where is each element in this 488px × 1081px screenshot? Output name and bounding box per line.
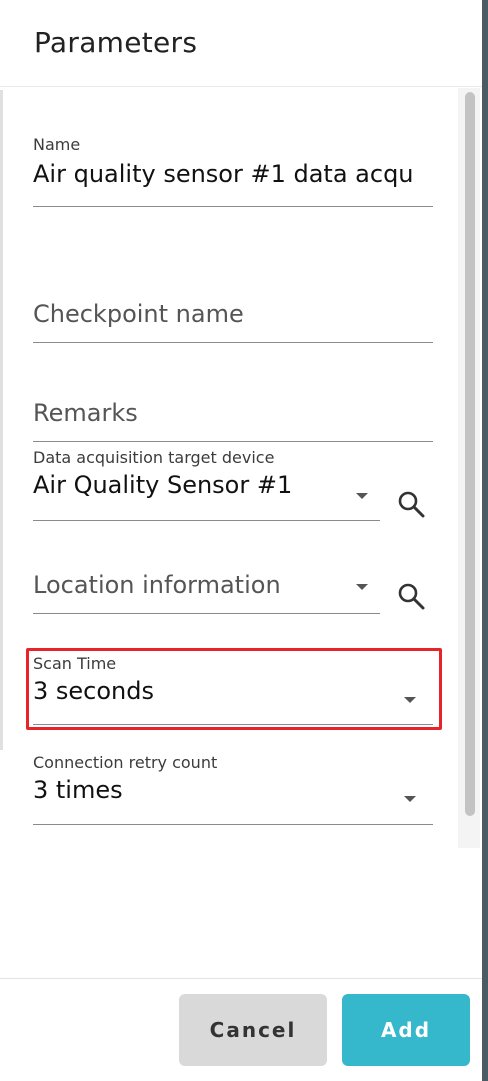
- name-input[interactable]: Air quality sensor #1 data acqu: [33, 160, 433, 188]
- target-device-field[interactable]: Data acquisition target device Air Quali…: [33, 448, 343, 499]
- location-search-icon[interactable]: [396, 581, 426, 611]
- location-select[interactable]: Location information: [33, 571, 281, 599]
- cancel-button[interactable]: Cancel: [179, 994, 327, 1066]
- remarks-field[interactable]: Remarks: [33, 399, 138, 427]
- left-divider: [0, 90, 3, 750]
- dialog-footer: Cancel Add: [0, 978, 482, 1081]
- scan-time-highlight: [26, 648, 442, 730]
- retry-count-field[interactable]: Connection retry count 3 times: [33, 753, 217, 804]
- scrollbar-thumb[interactable]: [465, 92, 475, 816]
- name-label: Name: [33, 135, 81, 154]
- remarks-input[interactable]: Remarks: [33, 399, 138, 427]
- target-device-underline: [33, 520, 380, 521]
- target-device-select[interactable]: Air Quality Sensor #1: [33, 471, 343, 499]
- background-edge: [482, 0, 488, 1081]
- checkpoint-name-field[interactable]: Checkpoint name: [33, 300, 244, 328]
- target-device-label: Data acquisition target device: [33, 448, 275, 467]
- retry-count-label: Connection retry count: [33, 753, 218, 772]
- location-underline: [33, 613, 380, 614]
- retry-count-underline: [33, 824, 433, 825]
- parameters-dialog: Parameters Name Air quality sensor #1 da…: [0, 0, 488, 1081]
- add-button[interactable]: Add: [342, 994, 470, 1066]
- dialog-header: Parameters: [0, 0, 482, 86]
- target-device-search-icon[interactable]: [396, 489, 426, 519]
- checkpoint-name-input[interactable]: Checkpoint name: [33, 300, 244, 328]
- checkpoint-underline: [33, 342, 433, 343]
- retry-count-select[interactable]: 3 times: [33, 776, 217, 804]
- remarks-underline: [33, 441, 433, 442]
- name-underline: [33, 206, 433, 207]
- dialog-title: Parameters: [34, 26, 198, 59]
- name-field[interactable]: Name Air quality sensor #1 data acqu: [33, 135, 433, 188]
- dialog-content: [0, 88, 482, 978]
- retry-count-chevron-down-icon[interactable]: [404, 796, 416, 802]
- location-field[interactable]: Location information: [33, 571, 281, 599]
- target-device-chevron-down-icon[interactable]: [356, 493, 368, 499]
- location-chevron-down-icon[interactable]: [356, 584, 368, 590]
